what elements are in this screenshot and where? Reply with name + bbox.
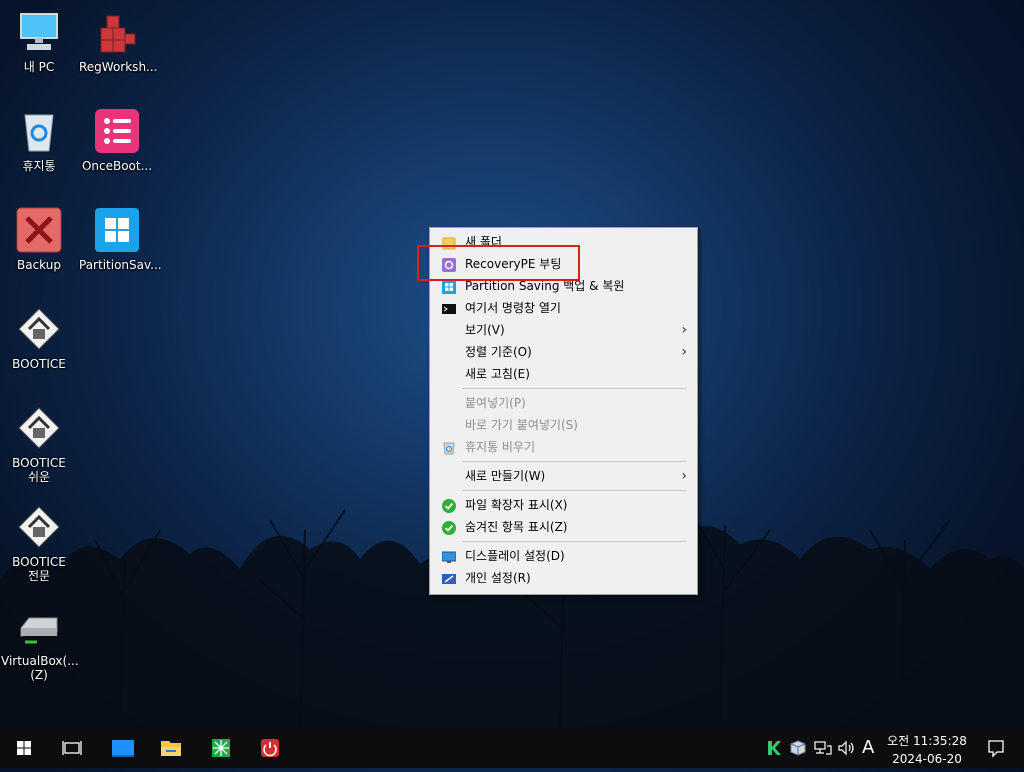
menu-item-paste[interactable]: 붙여넣기(P) [432,392,695,414]
recycle-bin-icon [15,107,63,155]
ime-indicator[interactable]: A [862,737,874,758]
task-view-icon [62,741,82,755]
system-tray: A [762,728,886,768]
desktop-icon-bootice[interactable]: BOOTICE [1,305,77,371]
chevron-right-icon: › [681,322,687,338]
package-tray-icon[interactable] [790,740,806,756]
network-icon[interactable] [814,740,832,756]
check-icon [442,520,456,535]
menu-separator [462,461,687,462]
desktop-icon-label: 휴지통 [22,159,56,173]
personalize-icon [442,571,456,585]
action-center-button[interactable] [976,728,1016,768]
clock-date: 2024-06-20 [892,752,962,766]
regworkshop-icon [93,8,141,56]
cmd-icon [442,301,456,315]
onceboot-icon [93,107,141,155]
menu-item-personalize[interactable]: 개인 설정(R) [432,567,695,589]
notification-icon [988,740,1004,758]
backup-icon [15,206,63,254]
desktop-icon-backup[interactable]: Backup [1,206,77,272]
desktop-icon-partitionsaving[interactable]: PartitionSav... [79,206,162,272]
windows-icon [442,279,456,294]
k-app-tray-icon[interactable] [766,740,782,756]
menu-separator [462,541,687,542]
drive-icon [15,602,63,650]
desktop-icon-label: RegWorksh... [79,60,158,74]
desktop-icon-virtualbox-drive[interactable]: VirtualBox(... (Z) [1,602,79,682]
desktop-icon-recycle-bin[interactable]: 휴지통 [1,107,77,173]
start-icon [17,741,31,755]
clock[interactable]: 오전 11:35:28 2024-06-20 [886,728,968,768]
power-icon [261,739,279,757]
menu-item-new[interactable]: 새로 만들기(W) › [432,465,695,487]
menu-item-display-settings[interactable]: 디스플레이 설정(D) [432,545,695,567]
clock-time: 오전 11:35:28 [887,734,967,748]
menu-item-show-hidden-items[interactable]: 숨겨진 항목 표시(Z) [432,516,695,538]
chevron-right-icon: › [681,344,687,360]
desktop-icon-onceboot[interactable]: OnceBoot... [79,107,155,173]
taskbar-app-network-tool[interactable] [201,728,241,768]
chevron-right-icon: › [681,468,687,484]
bootice-icon [15,503,63,551]
bootice-icon [15,305,63,353]
desktop-icon-label: VirtualBox(... (Z) [1,654,79,682]
bootice-icon [15,404,63,452]
menu-item-show-file-extensions[interactable]: 파일 확장자 표시(X) [432,494,695,516]
desktop-icon-label: OnceBoot... [81,159,153,173]
task-view-button[interactable] [52,728,92,768]
desktop-icon-label: BOOTICE [12,357,66,371]
desktop-icon-label: BOOTICE 전문 [12,555,66,583]
network-tool-icon [212,739,230,757]
menu-item-empty-recycle-bin[interactable]: 휴지통 비우기 [432,436,695,458]
menu-separator [462,388,687,389]
check-icon [442,498,456,513]
desktop-icon-bootice-pro[interactable]: BOOTICE 전문 [1,503,77,583]
taskbar-app-power[interactable] [250,728,290,768]
desktop-context-menu: 새 폴더 RecoveryPE 부팅 Partition Saving 백업 &… [429,227,698,595]
desktop-icon [112,740,134,757]
desktop-icon-label: Backup [17,258,61,272]
computer-icon [15,8,63,56]
desktop-icon-label: BOOTICE 쉬운 [12,456,66,484]
desktop-icon-label: 내 PC [23,60,55,74]
menu-separator [462,490,687,491]
desktop-icon-my-pc[interactable]: 내 PC [1,8,77,74]
volume-icon[interactable] [838,740,856,756]
start-button[interactable] [4,728,44,768]
taskbar-app-desktop[interactable] [102,728,142,768]
taskbar: A 오전 11:35:28 2024-06-20 [0,728,1024,768]
desktop-icon-label: PartitionSav... [79,258,162,272]
display-icon [441,549,457,563]
desktop-icon-regworkshop[interactable]: RegWorksh... [79,8,158,74]
highlight-box [417,245,580,281]
taskbar-app-file-explorer[interactable] [151,728,191,768]
desktop-icon-bootice-easy[interactable]: BOOTICE 쉬운 [1,404,77,484]
file-explorer-icon [161,741,181,756]
menu-item-paste-shortcut[interactable]: 바로 가기 붙여넣기(S) [432,414,695,436]
recycle-bin-icon [442,440,456,455]
menu-item-sort-by[interactable]: 정렬 기준(O) › [432,341,695,363]
menu-item-refresh[interactable]: 새로 고침(E) [432,363,695,385]
menu-item-view[interactable]: 보기(V) › [432,319,695,341]
partitionsaving-icon [93,206,141,254]
menu-item-open-cmd-here[interactable]: 여기서 명령창 열기 [432,297,695,319]
